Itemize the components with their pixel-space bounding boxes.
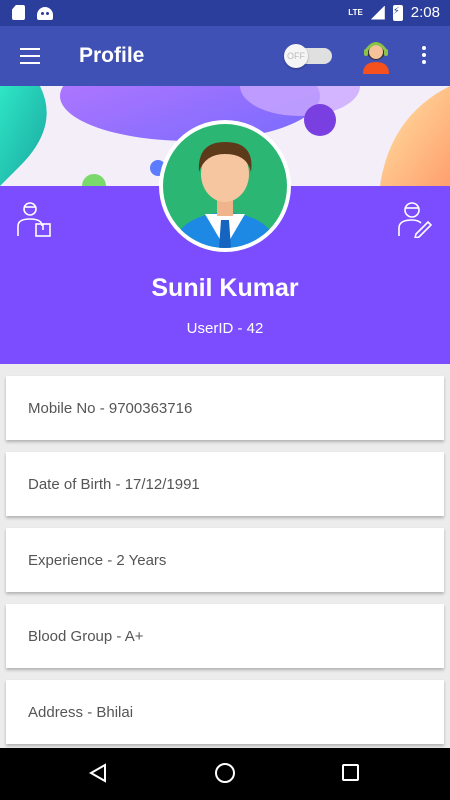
status-time: 2:08: [410, 4, 440, 21]
hamburger-menu-icon[interactable]: [20, 48, 40, 64]
detail-text: Blood Group - A+: [28, 628, 144, 645]
app-bar: Profile OFF: [0, 26, 450, 86]
delivery-person-icon[interactable]: [16, 200, 52, 238]
user-name: Sunil Kumar: [151, 274, 299, 302]
detail-text: Experience - 2 Years: [28, 552, 167, 569]
detail-card-address[interactable]: Address - Bhilai: [6, 680, 444, 744]
system-nav-bar: [0, 748, 450, 800]
status-bar: LTE 2:08: [0, 0, 450, 26]
home-icon[interactable]: [215, 763, 235, 783]
detail-card-experience[interactable]: Experience - 2 Years: [6, 528, 444, 592]
detail-card-dob[interactable]: Date of Birth - 17/12/1991: [6, 452, 444, 516]
detail-card-mobile[interactable]: Mobile No - 9700363716: [6, 376, 444, 440]
sd-card-icon: [12, 5, 25, 20]
avatar-illustration: [173, 142, 277, 248]
battery-icon: [392, 4, 403, 21]
user-id: UserID - 42: [186, 320, 264, 337]
back-icon[interactable]: [88, 763, 108, 783]
detail-card-blood-group[interactable]: Blood Group - A+: [6, 604, 444, 668]
overflow-menu-icon[interactable]: [422, 46, 428, 66]
lte-icon: LTE: [348, 8, 363, 17]
android-icon: [37, 7, 53, 20]
detail-text: Date of Birth - 17/12/1991: [28, 476, 200, 493]
edit-profile-icon[interactable]: [398, 200, 432, 238]
support-agent-icon[interactable]: [360, 38, 392, 74]
toggle-knob: OFF: [284, 44, 308, 68]
page-title: Profile: [79, 44, 145, 67]
status-toggle[interactable]: OFF: [284, 44, 332, 68]
profile-avatar: [159, 120, 291, 252]
detail-text: Address - Bhilai: [28, 704, 134, 721]
detail-text: Mobile No - 9700363716: [28, 400, 193, 417]
signal-icon: [370, 5, 385, 20]
recent-apps-icon[interactable]: [342, 764, 359, 781]
